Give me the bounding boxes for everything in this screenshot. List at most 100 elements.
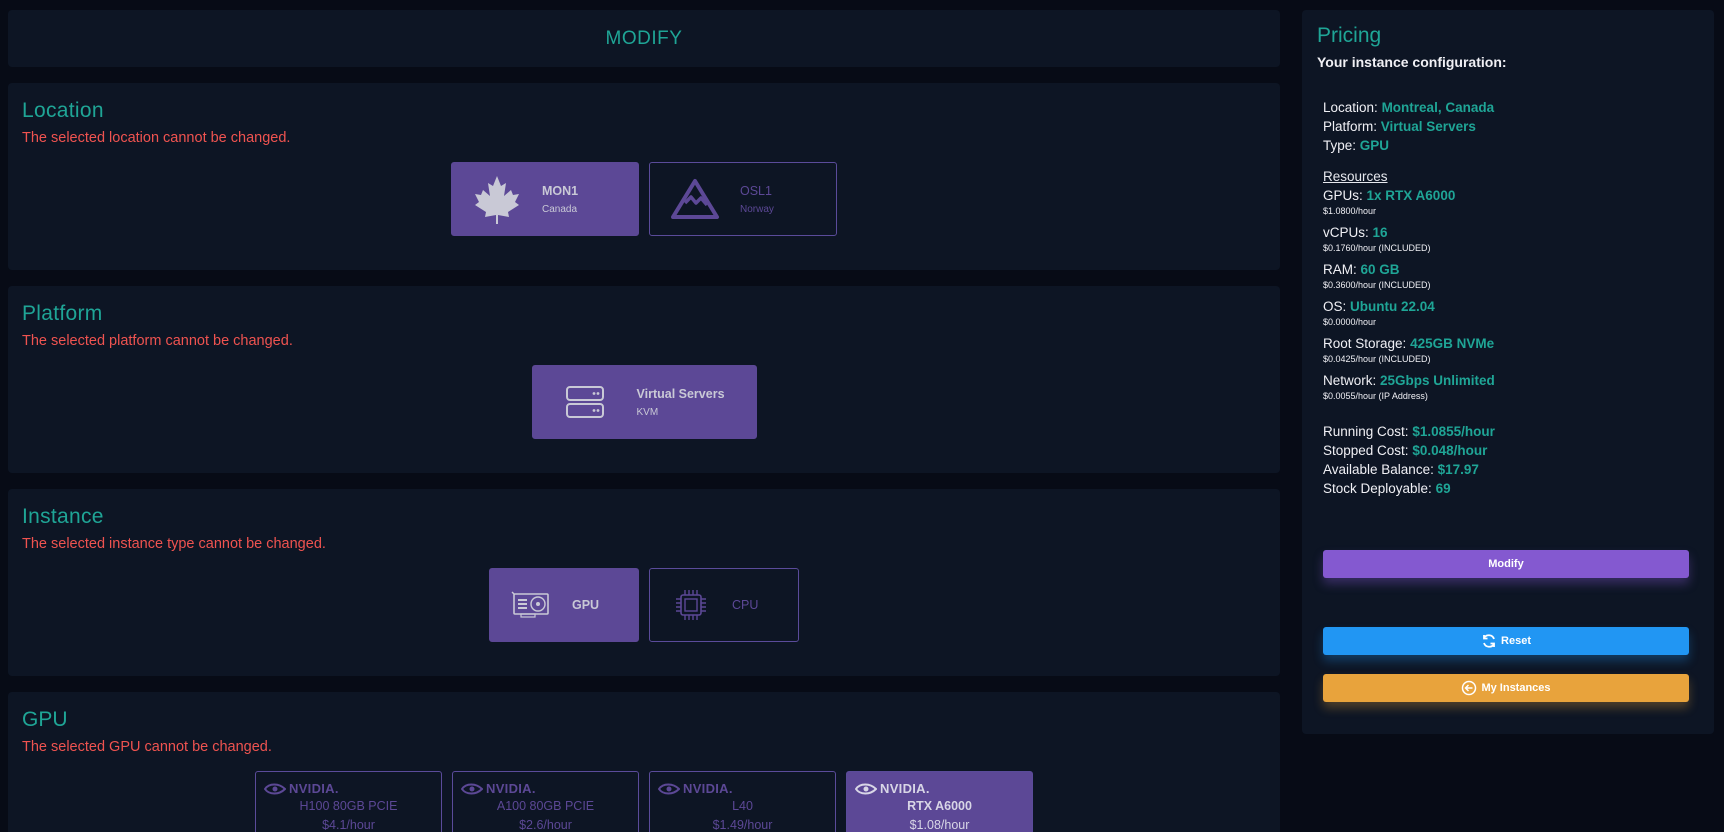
resource-value: 60 GB <box>1360 262 1400 277</box>
balance-label: Available Balance: <box>1323 462 1434 477</box>
modify-header: MODIFY <box>8 10 1280 67</box>
stock-label: Stock Deployable: <box>1323 481 1432 496</box>
gpu-name: RTX A6000 <box>907 799 972 813</box>
resource-note: $0.1760/hour (INCLUDED) <box>1323 243 1431 253</box>
platform-section: Platform The selected platform cannot be… <box>8 286 1280 473</box>
pricing-title: Pricing <box>1317 24 1382 47</box>
gpu-name: H100 80GB PCIE <box>299 799 398 813</box>
type-value: GPU <box>1359 138 1390 153</box>
refresh-icon <box>1483 634 1495 648</box>
resource-row: Root Storage: 425GB NVMe $0.0425/hour (IN… <box>1323 334 1699 365</box>
instance-option-gpu[interactable]: GPU <box>489 568 639 642</box>
maple-leaf-icon <box>452 174 542 224</box>
nvidia-logo: NVIDIA. <box>264 781 433 796</box>
resource-value: 1x RTX A6000 <box>1366 188 1456 203</box>
gpu-option-a100[interactable]: NVIDIA. A100 80GB PCIE $2.6/hour <box>452 771 639 832</box>
location-region: Norway <box>740 203 774 215</box>
resource-row: GPUs: 1x RTX A6000 $1.0800/hour <box>1323 186 1699 217</box>
resource-row: vCPUs: 16 $0.1760/hour (INCLUDED) <box>1323 223 1699 254</box>
nvidia-eye-icon <box>658 783 680 794</box>
platform-name: Virtual Servers <box>636 386 725 401</box>
stopped-cost-value: $0.048/hour <box>1412 443 1488 458</box>
instance-warning: The selected instance type cannot be cha… <box>22 536 326 552</box>
platform-label: Platform: <box>1323 119 1378 134</box>
platform-sub: KVM <box>636 406 659 418</box>
gpu-name: A100 80GB PCIE <box>496 799 595 813</box>
location-row: Location: Montreal, Canada <box>1323 98 1699 117</box>
resource-label: RAM: <box>1323 262 1357 277</box>
gpu-card-icon <box>490 590 572 620</box>
gpu-price: $1.08/hour <box>909 818 970 832</box>
nvidia-eye-icon <box>264 783 286 794</box>
reset-button-label: Reset <box>1501 635 1531 647</box>
gpu-option-l40[interactable]: NVIDIA. L40 $1.49/hour <box>649 771 836 832</box>
instance-name: CPU <box>732 598 759 612</box>
running-cost-label: Running Cost: <box>1323 424 1409 439</box>
stock-row: Stock Deployable: 69 <box>1323 479 1699 498</box>
configuration-column: MODIFY Location The selected location ca… <box>8 10 1280 832</box>
gpu-price: $1.49/hour <box>712 818 773 832</box>
nvidia-brand: NVIDIA. <box>486 781 536 796</box>
location-code: MON1 <box>542 183 579 198</box>
resource-label: GPUs: <box>1323 188 1363 203</box>
my-instances-button[interactable]: My Instances <box>1323 674 1689 702</box>
platform-option-virtual-servers[interactable]: Virtual Servers KVM <box>531 365 757 439</box>
instance-section: Instance The selected instance type cann… <box>8 489 1280 676</box>
pricing-subtitle: Your instance configuration: <box>1317 54 1507 70</box>
stock-value: 69 <box>1435 481 1451 496</box>
config-summary: Location: Montreal, Canada Platform: Vir… <box>1317 98 1699 498</box>
page-title: MODIFY <box>605 27 683 49</box>
resource-label: OS: <box>1323 299 1347 314</box>
nvidia-brand: NVIDIA. <box>289 781 339 796</box>
stopped-cost-label: Stopped Cost: <box>1323 443 1409 458</box>
mountain-icon <box>650 177 740 221</box>
instance-name: GPU <box>572 598 600 612</box>
platform-warning: The selected platform cannot be changed. <box>22 333 293 349</box>
resource-value: 425GB NVMe <box>1410 336 1495 351</box>
resource-row: Network: 25Gbps Unlimited $0.0055/hour (I… <box>1323 371 1699 402</box>
platform-value: Virtual Servers <box>1380 119 1476 134</box>
resource-note: $1.0800/hour <box>1323 206 1377 216</box>
balance-row: Available Balance: $17.97 <box>1323 460 1699 479</box>
nvidia-logo: NVIDIA. <box>855 781 1024 796</box>
resource-note: $0.3600/hour (INCLUDED) <box>1323 280 1431 290</box>
balance-value: $17.97 <box>1437 462 1479 477</box>
pricing-panel: Pricing Your instance configuration: Loc… <box>1302 10 1714 734</box>
location-title: Location <box>22 99 104 122</box>
cost-summary: Running Cost: $1.0855/hour Stopped Cost:… <box>1323 422 1699 498</box>
gpu-option-h100[interactable]: NVIDIA. H100 80GB PCIE $4.1/hour <box>255 771 442 832</box>
location-option-mon1[interactable]: MON1 Canada <box>451 162 639 236</box>
my-instances-button-label: My Instances <box>1481 682 1551 694</box>
gpu-option-rtx-a6000[interactable]: NVIDIA. RTX A6000 $1.08/hour <box>846 771 1033 832</box>
cpu-chip-icon <box>650 587 732 623</box>
location-value: Montreal, Canada <box>1381 100 1495 115</box>
resources-title: Resources <box>1323 169 1388 184</box>
reset-button[interactable]: Reset <box>1323 627 1689 655</box>
gpu-section: GPU The selected GPU cannot be changed. … <box>8 692 1280 832</box>
running-cost-row: Running Cost: $1.0855/hour <box>1323 422 1699 441</box>
type-row: Type: GPU <box>1323 136 1699 155</box>
resource-value: 16 <box>1372 225 1388 240</box>
resource-note: $0.0055/hour (IP Address) <box>1323 391 1428 401</box>
resource-note: $0.0000/hour <box>1323 317 1377 327</box>
arrow-left-circle-icon <box>1462 680 1477 696</box>
instance-option-cpu[interactable]: CPU <box>649 568 799 642</box>
resource-label: vCPUs: <box>1323 225 1369 240</box>
nvidia-brand: NVIDIA. <box>880 781 930 796</box>
gpu-price: $2.6/hour <box>519 818 572 832</box>
resource-value: Ubuntu 22.04 <box>1350 299 1435 314</box>
server-icon <box>533 385 637 419</box>
location-code: OSL1 <box>740 183 772 198</box>
nvidia-eye-icon <box>461 783 483 794</box>
gpu-warning: The selected GPU cannot be changed. <box>22 739 272 755</box>
gpu-name: L40 <box>732 799 753 813</box>
location-option-osl1[interactable]: OSL1 Norway <box>649 162 837 236</box>
gpu-title: GPU <box>22 708 68 731</box>
platform-title: Platform <box>22 302 103 325</box>
nvidia-logo: NVIDIA. <box>461 781 630 796</box>
modify-button-label: Modify <box>1488 558 1524 570</box>
resource-row: OS: Ubuntu 22.04 $0.0000/hour <box>1323 297 1699 328</box>
location-label: Location: <box>1323 100 1378 115</box>
modify-button[interactable]: Modify <box>1323 550 1689 578</box>
location-warning: The selected location cannot be changed. <box>22 130 291 146</box>
